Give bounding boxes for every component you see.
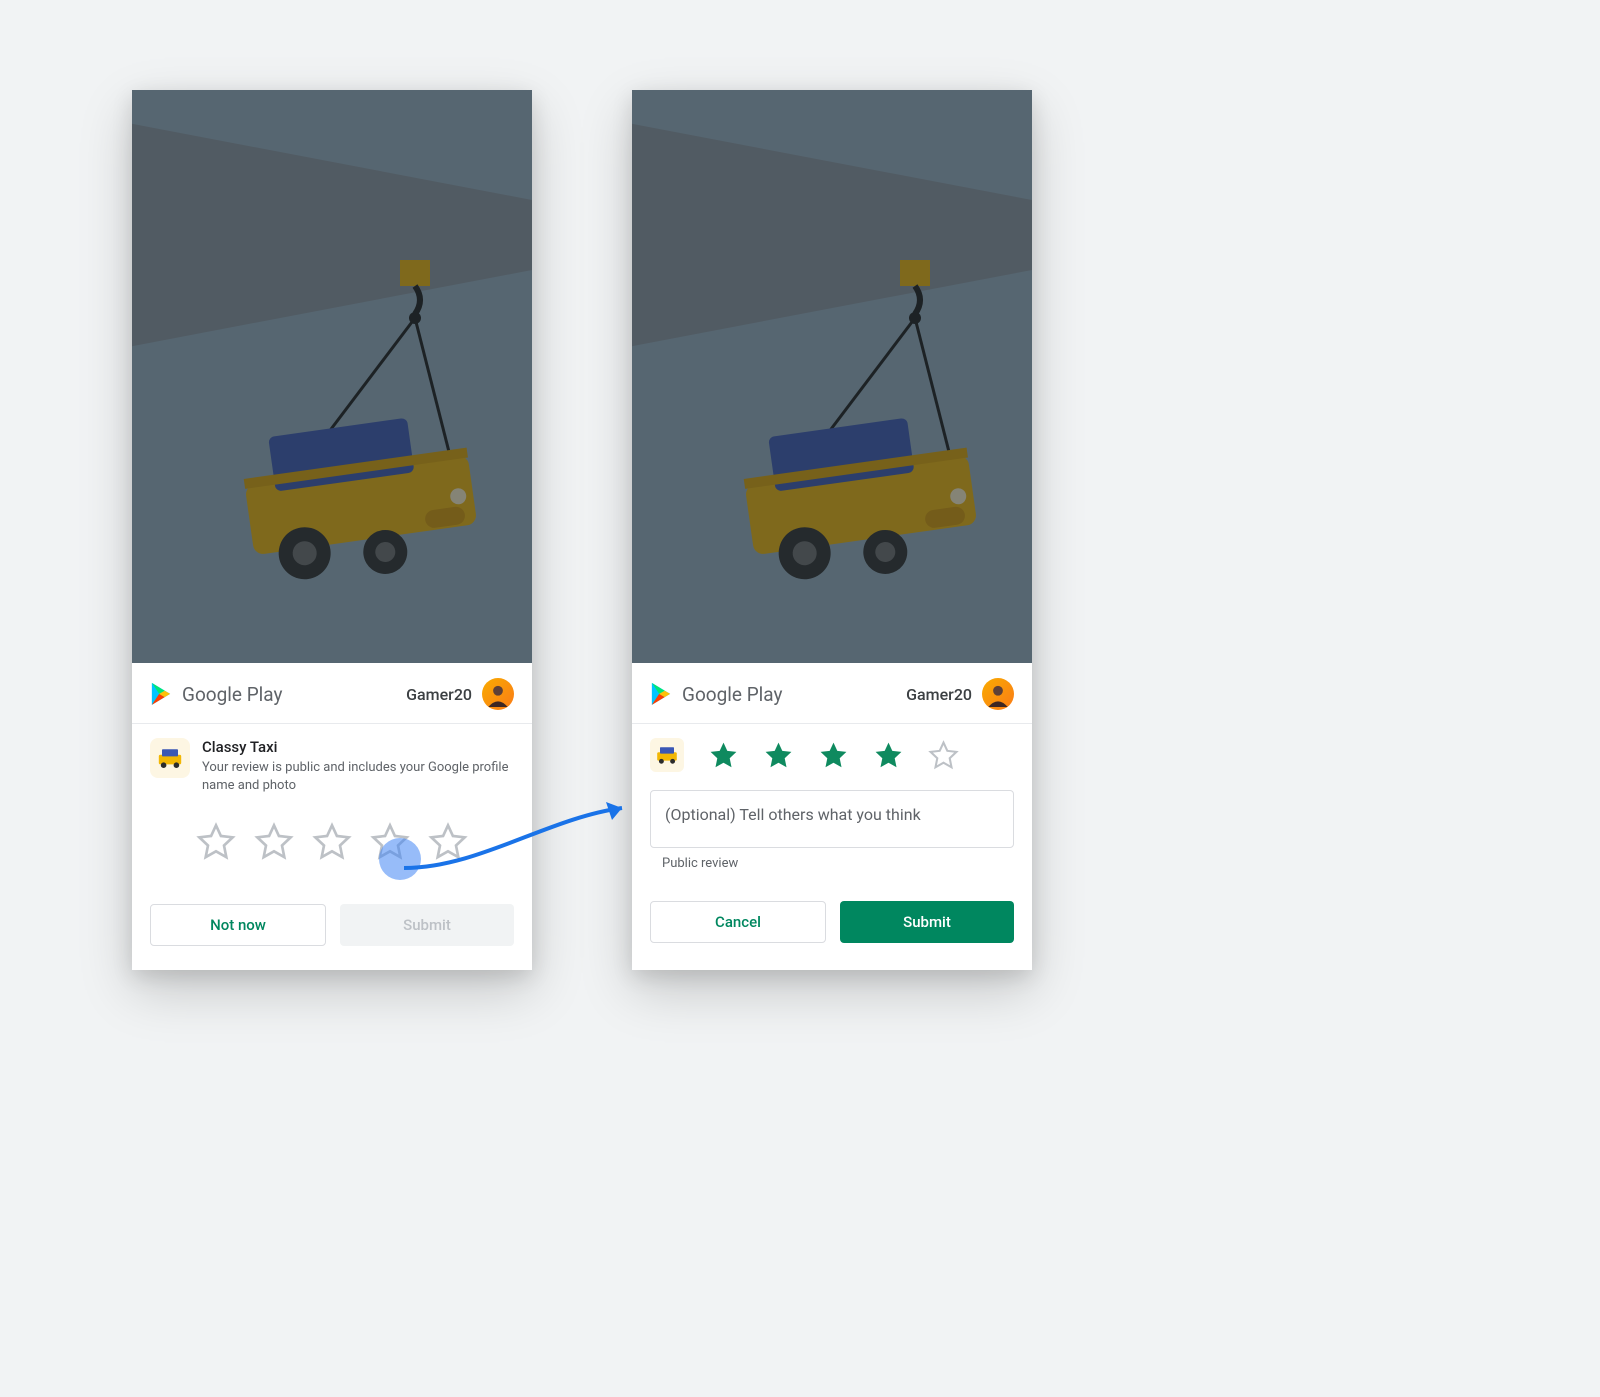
google-play-icon xyxy=(150,682,172,706)
star-4[interactable] xyxy=(873,740,904,771)
privacy-note: Your review is public and includes your … xyxy=(202,759,514,794)
submit-label: Submit xyxy=(403,916,451,934)
app-icon xyxy=(150,738,190,778)
review-text-input[interactable]: (Optional) Tell others what you think xyxy=(650,790,1014,848)
flow-arrow-icon xyxy=(398,798,638,878)
brand-name: Google Play xyxy=(182,683,282,706)
submit-button[interactable]: Submit xyxy=(840,901,1014,943)
star-1[interactable] xyxy=(708,740,739,771)
app-info-row: Classy Taxi Your review is public and in… xyxy=(132,724,532,800)
star-5[interactable] xyxy=(928,740,959,771)
public-review-label: Public review xyxy=(632,854,1032,871)
sheet-header: Google Play Gamer20 xyxy=(132,663,532,724)
username-label: Gamer20 xyxy=(906,685,972,704)
cancel-button[interactable]: Cancel xyxy=(650,901,826,943)
google-play-icon xyxy=(650,682,672,706)
review-sheet-2: Google Play Gamer20 (Opti xyxy=(632,663,1032,963)
sheet-header: Google Play Gamer20 xyxy=(632,663,1032,724)
star-3[interactable] xyxy=(818,740,849,771)
brand-name: Google Play xyxy=(682,683,782,706)
username-label: Gamer20 xyxy=(406,685,472,704)
game-backdrop xyxy=(132,90,532,663)
button-row: Cancel Submit xyxy=(632,871,1032,963)
star-3[interactable] xyxy=(312,822,352,862)
star-2[interactable] xyxy=(254,822,294,862)
game-backdrop xyxy=(632,90,1032,663)
submit-button-disabled: Submit xyxy=(340,904,514,946)
star-2[interactable] xyxy=(763,740,794,771)
app-title: Classy Taxi xyxy=(202,738,514,756)
button-row: Not now Submit xyxy=(132,874,532,966)
submit-label: Submit xyxy=(903,913,951,931)
star-rating-picker xyxy=(632,724,1032,780)
phone-screen-2: Google Play Gamer20 (Opti xyxy=(632,90,1032,970)
user-avatar[interactable] xyxy=(982,678,1014,710)
app-icon xyxy=(650,738,684,772)
not-now-label: Not now xyxy=(210,916,266,934)
star-1[interactable] xyxy=(196,822,236,862)
not-now-button[interactable]: Not now xyxy=(150,904,326,946)
cancel-label: Cancel xyxy=(715,913,761,931)
review-placeholder: (Optional) Tell others what you think xyxy=(665,805,921,824)
user-avatar[interactable] xyxy=(482,678,514,710)
